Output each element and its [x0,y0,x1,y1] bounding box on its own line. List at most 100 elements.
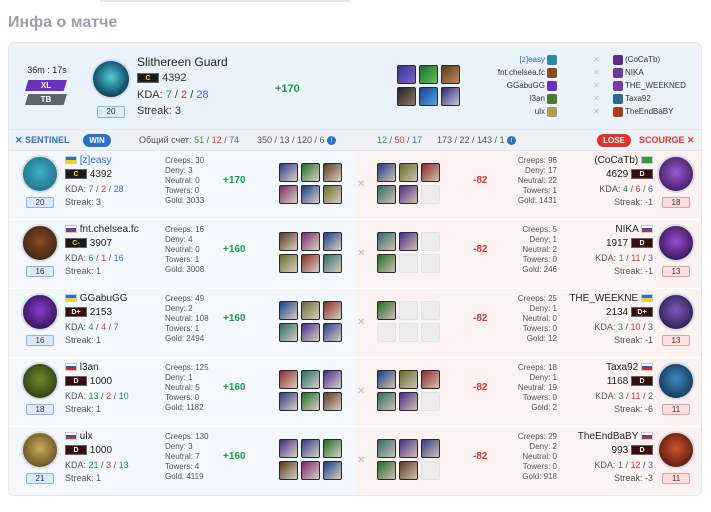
player-link[interactable]: l3an [530,92,545,105]
item-icon[interactable] [323,254,342,273]
player-name[interactable]: [z]easy [65,155,111,166]
player-link[interactable]: NIKA [625,66,644,79]
hero-avatar[interactable] [21,362,59,400]
item-icon[interactable] [323,370,342,389]
item-icon[interactable] [301,323,320,342]
item-icon[interactable] [301,370,320,389]
item-icon[interactable] [323,392,342,411]
item-icon[interactable] [419,87,438,106]
item-icon[interactable] [397,87,416,106]
item-icon[interactable] [377,301,396,320]
item-icon[interactable] [399,461,418,480]
player-name[interactable]: NIKA [569,224,653,235]
item-icon[interactable] [279,370,298,389]
item-icon[interactable] [301,392,320,411]
player-link[interactable]: TheEndBaBY [625,105,673,118]
item-icon[interactable] [279,392,298,411]
item-icon[interactable] [301,439,320,458]
player-link[interactable]: [z]easy [520,53,545,66]
player-name[interactable]: GGabuGG [65,293,128,304]
item-icon[interactable] [421,185,440,204]
hero-avatar[interactable] [21,293,59,331]
item-icon[interactable] [377,392,396,411]
player-link[interactable]: GGabuGG [507,79,545,92]
player-link[interactable]: ulx [535,105,545,118]
item-icon[interactable] [323,163,342,182]
item-icon[interactable] [419,65,438,84]
item-icon[interactable] [421,461,440,480]
player-name[interactable]: ulx [65,431,93,442]
item-icon[interactable] [279,301,298,320]
hero-avatar[interactable] [657,362,695,400]
player-name[interactable]: TheEndBaBY [569,431,653,442]
item-icon[interactable] [397,65,416,84]
item-icon[interactable] [301,185,320,204]
item-icon[interactable] [399,163,418,182]
hero-name: Slithereen Guard [137,55,228,69]
item-icon[interactable] [301,163,320,182]
item-icon[interactable] [323,323,342,342]
item-icon[interactable] [323,461,342,480]
player-name[interactable]: Taxa92 [569,362,653,373]
hero-avatar[interactable] [657,155,695,193]
item-icon[interactable] [421,439,440,458]
item-icon[interactable] [279,439,298,458]
item-icon[interactable] [399,254,418,273]
item-icon[interactable] [377,323,396,342]
info-icon[interactable]: i [507,136,517,146]
player-name[interactable]: fnt.chelsea.fc [65,224,139,235]
hero-avatar[interactable] [21,155,59,193]
item-icon[interactable] [377,439,396,458]
item-icon[interactable] [323,185,342,204]
item-icon[interactable] [279,254,298,273]
hero-avatar[interactable] [21,224,59,262]
item-icon[interactable] [399,301,418,320]
item-icon[interactable] [377,461,396,480]
player-link[interactable]: Taxa92 [625,92,651,105]
player-name[interactable]: (CoCaTb) [569,155,653,166]
item-icon[interactable] [301,301,320,320]
player-link[interactable]: (CoCaTb) [625,53,660,66]
item-icon[interactable] [279,232,298,251]
item-icon[interactable] [421,392,440,411]
item-icon[interactable] [323,301,342,320]
player-link[interactable]: fnt.chelsea.fc [498,66,545,79]
item-icon[interactable] [399,185,418,204]
hero-avatar[interactable] [91,59,131,99]
info-icon[interactable]: i [327,136,337,146]
item-icon[interactable] [377,370,396,389]
hero-icon [547,80,557,91]
player-name[interactable]: l3an [65,362,99,373]
item-icon[interactable] [279,461,298,480]
hero-avatar[interactable] [21,431,59,469]
hero-avatar[interactable] [657,293,695,331]
item-icon[interactable] [399,392,418,411]
item-icon[interactable] [399,370,418,389]
item-icon[interactable] [323,232,342,251]
hero-avatar[interactable] [657,431,695,469]
item-icon[interactable] [399,232,418,251]
item-icon[interactable] [421,370,440,389]
item-icon[interactable] [377,232,396,251]
item-icon[interactable] [279,323,298,342]
item-icon[interactable] [421,323,440,342]
item-icon[interactable] [421,254,440,273]
item-icon[interactable] [399,439,418,458]
player-link[interactable]: THE_WEEKNED [625,79,686,92]
kda-assists: 28 [196,89,209,101]
item-icon[interactable] [301,254,320,273]
hero-avatar[interactable] [657,224,695,262]
item-icon[interactable] [323,439,342,458]
item-icon[interactable] [421,301,440,320]
item-icon[interactable] [301,232,320,251]
player-name[interactable]: THE_WEEKNE [569,293,653,304]
item-icon[interactable] [377,254,396,273]
item-icon[interactable] [377,185,396,204]
item-icon[interactable] [421,163,440,182]
item-icon[interactable] [279,163,298,182]
item-icon[interactable] [421,232,440,251]
item-icon[interactable] [377,163,396,182]
item-icon[interactable] [279,185,298,204]
item-icon[interactable] [301,461,320,480]
item-icon[interactable] [399,323,418,342]
